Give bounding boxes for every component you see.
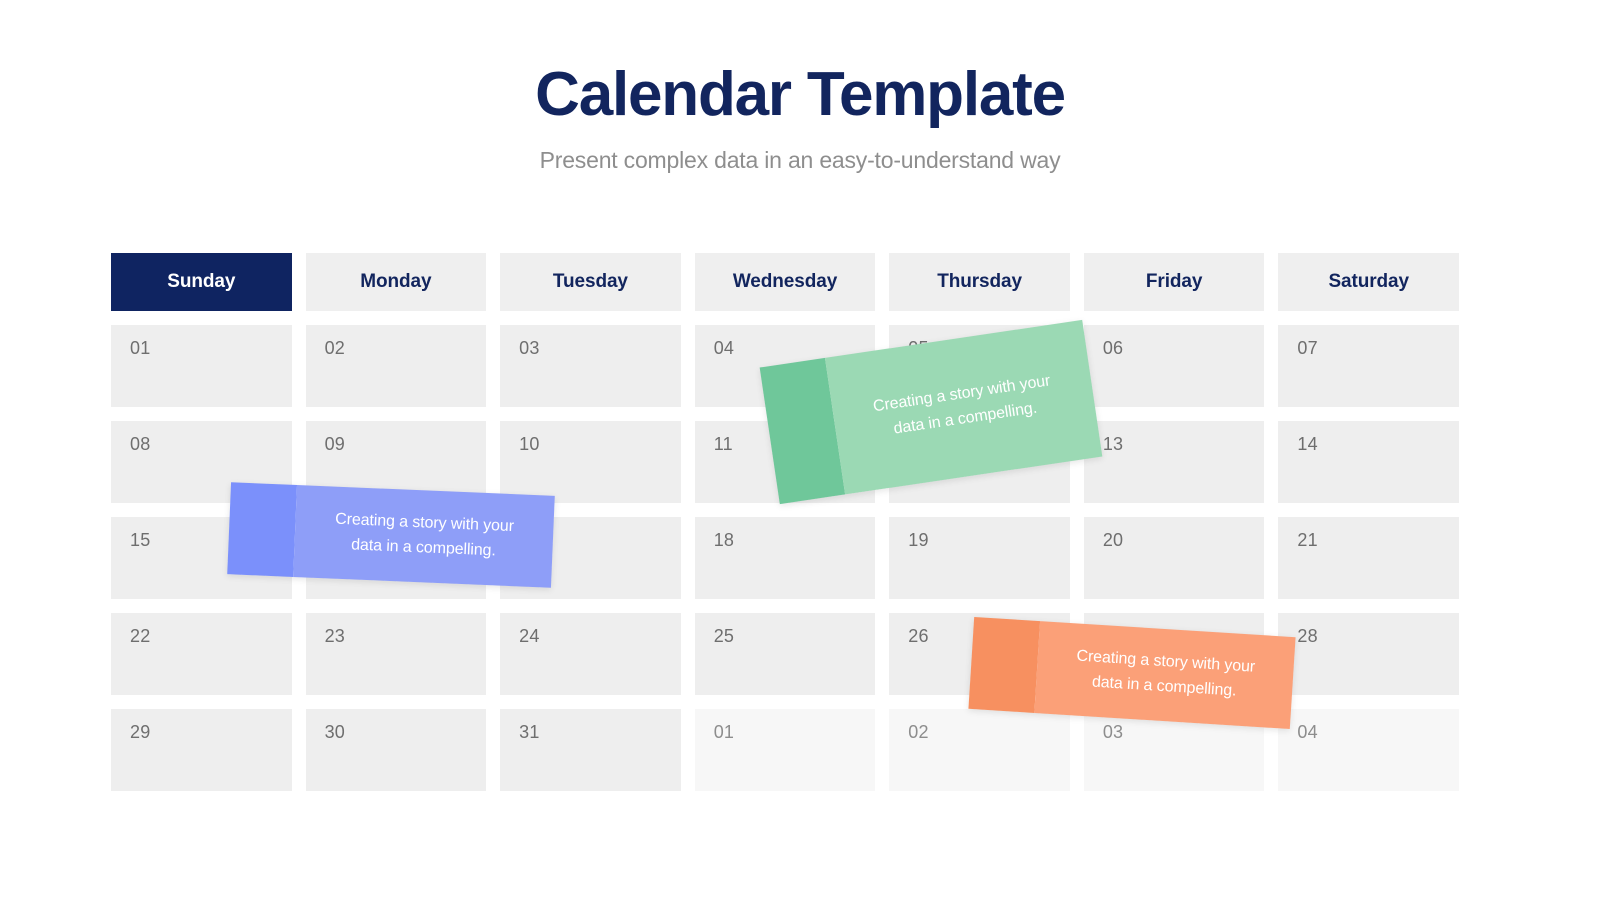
- day-number: 03: [519, 338, 540, 358]
- day-number: 02: [908, 722, 929, 742]
- calendar-day-cell[interactable]: 19: [889, 517, 1070, 599]
- day-number: 08: [130, 434, 151, 454]
- calendar-day-cell[interactable]: 25: [694, 613, 876, 695]
- day-header-tuesday[interactable]: Tuesday: [500, 253, 681, 311]
- day-header-label: Wednesday: [732, 271, 838, 292]
- event-text: Creating a story with your data in a com…: [872, 372, 1052, 438]
- calendar-day-cell[interactable]: 28: [1278, 613, 1459, 695]
- calendar-day-cell[interactable]: 30: [305, 709, 487, 791]
- day-number: 06: [1102, 338, 1124, 358]
- day-header-label: Sunday: [167, 271, 236, 292]
- calendar-day-cell[interactable]: 07: [1278, 325, 1459, 407]
- day-number: 15: [130, 530, 151, 550]
- day-number: 01: [713, 722, 735, 742]
- calendar-day-cell[interactable]: 22: [111, 613, 292, 695]
- event-accent-bar: [227, 482, 298, 577]
- slide-header: Calendar Template Present complex data i…: [0, 62, 1600, 174]
- day-header-label: Monday: [360, 271, 432, 292]
- calendar-day-cell[interactable]: 21: [1278, 517, 1459, 599]
- calendar-day-cell[interactable]: 20: [1083, 517, 1265, 599]
- page-title: Calendar Template: [535, 60, 1066, 129]
- day-number: 03: [1102, 722, 1124, 742]
- calendar-day-cell[interactable]: 03: [500, 325, 681, 407]
- day-header-thursday[interactable]: Thursday: [889, 253, 1070, 311]
- calendar-day-cell[interactable]: 24: [500, 613, 681, 695]
- calendar-day-cell[interactable]: 04: [1278, 709, 1459, 791]
- day-number: 09: [324, 434, 345, 454]
- day-number: 01: [130, 338, 151, 358]
- calendar-day-cell[interactable]: 14: [1278, 421, 1459, 503]
- day-number: 20: [1102, 530, 1124, 550]
- event-text: Creating a story with your data in a com…: [1076, 647, 1256, 700]
- page-subtitle: Present complex data in an easy-to-under…: [539, 147, 1061, 174]
- day-header-label: Thursday: [937, 271, 1022, 292]
- day-number: 07: [1297, 338, 1318, 358]
- calendar-day-cell[interactable]: 10: [500, 421, 681, 503]
- day-number: 19: [908, 530, 929, 550]
- calendar-day-cell[interactable]: 02: [889, 709, 1070, 791]
- day-number: 04: [713, 338, 735, 358]
- day-number: 23: [324, 626, 345, 646]
- day-number: 02: [324, 338, 345, 358]
- day-header-label: Tuesday: [552, 271, 628, 292]
- event-body: Creating a story with your data in a com…: [293, 485, 555, 588]
- day-number: 22: [130, 626, 151, 646]
- day-header-monday[interactable]: Monday: [305, 253, 487, 311]
- day-number: 04: [1297, 722, 1318, 742]
- day-number: 31: [519, 722, 540, 742]
- day-number: 29: [130, 722, 151, 742]
- day-number: 25: [713, 626, 735, 646]
- event-text: Creating a story with your data in a com…: [334, 510, 515, 560]
- event-accent-bar: [968, 616, 1041, 713]
- calendar-day-cell[interactable]: 02: [305, 325, 487, 407]
- calendar-day-cell[interactable]: 13: [1083, 421, 1265, 503]
- day-header-friday[interactable]: Friday: [1083, 253, 1265, 311]
- day-number: 14: [1297, 434, 1318, 454]
- calendar-day-cell[interactable]: 18: [694, 517, 876, 599]
- day-number: 13: [1102, 434, 1124, 454]
- day-number: 11: [713, 434, 733, 454]
- event-card-blue[interactable]: Creating a story with your data in a com…: [227, 482, 555, 588]
- calendar-day-cell[interactable]: 29: [111, 709, 292, 791]
- calendar-day-cell[interactable]: 01: [694, 709, 876, 791]
- day-header-wednesday[interactable]: Wednesday: [694, 253, 876, 311]
- day-number: 21: [1297, 530, 1318, 550]
- day-number: 18: [713, 530, 735, 550]
- day-number: 24: [519, 626, 540, 646]
- day-header-saturday[interactable]: Saturday: [1278, 253, 1459, 311]
- day-number: 26: [908, 626, 929, 646]
- day-header-label: Saturday: [1328, 271, 1409, 292]
- event-body: Creating a story with your data in a com…: [1034, 621, 1296, 730]
- calendar-day-cell[interactable]: 01: [111, 325, 292, 407]
- calendar-day-cell[interactable]: 23: [305, 613, 487, 695]
- day-number: 28: [1297, 626, 1318, 646]
- calendar-day-cell[interactable]: 06: [1083, 325, 1265, 407]
- day-number: 10: [519, 434, 540, 454]
- day-header-label: Friday: [1145, 271, 1203, 292]
- slide-canvas: Calendar Template Present complex data i…: [0, 0, 1600, 900]
- calendar-header-row: Sunday Monday Tuesday Wednesday Thursday…: [111, 253, 1459, 311]
- day-header-sunday[interactable]: Sunday: [111, 253, 292, 311]
- calendar-day-cell[interactable]: 31: [500, 709, 681, 791]
- day-number: 30: [324, 722, 345, 742]
